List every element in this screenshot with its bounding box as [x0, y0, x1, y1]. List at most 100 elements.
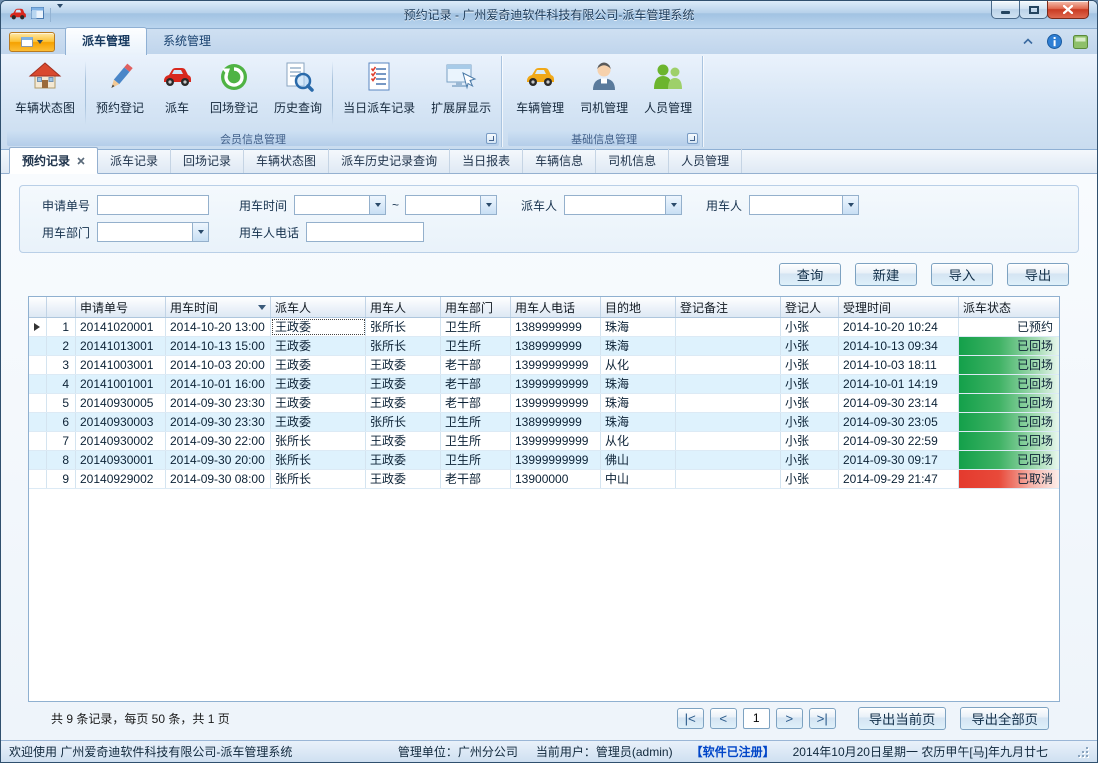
dispatcher-combo[interactable]	[564, 195, 682, 215]
table-row[interactable]: 7201409300022014-09-30 22:00张所长王政委卫生所139…	[29, 432, 1059, 451]
cell-department[interactable]: 老干部	[441, 375, 511, 393]
header-use-time[interactable]: 用车时间	[166, 297, 271, 317]
cell-order-no[interactable]: 20141003001	[76, 356, 166, 374]
cell-destination[interactable]: 佛山	[601, 451, 676, 469]
cell-accept-time[interactable]: 2014-09-30 23:05	[839, 413, 959, 431]
cell-dispatch-status[interactable]: 已回场	[959, 413, 1059, 431]
cell-dispatch-status[interactable]: 已取消	[959, 470, 1059, 488]
chevron-down-icon[interactable]	[192, 223, 208, 241]
cell-registrar[interactable]: 小张	[781, 318, 839, 336]
use-time-to-combo[interactable]	[405, 195, 497, 215]
ribbon-button-return-registration[interactable]: 回场登记	[202, 56, 266, 130]
skin-selector-icon[interactable]	[1071, 33, 1089, 50]
cell-accept-time[interactable]: 2014-10-13 09:34	[839, 337, 959, 355]
cell-dispatch-status[interactable]: 已回场	[959, 337, 1059, 355]
cell-destination[interactable]: 珠海	[601, 375, 676, 393]
tab-personnel-management[interactable]: 人员管理	[669, 148, 742, 173]
cell-user[interactable]: 王政委	[366, 375, 441, 393]
header-phone[interactable]: 用车人电话	[511, 297, 601, 317]
ribbon-button-personnel-management[interactable]: 人员管理	[636, 56, 700, 130]
cell-accept-time[interactable]: 2014-10-20 10:24	[839, 318, 959, 336]
cell-accept-time[interactable]: 2014-09-29 21:47	[839, 470, 959, 488]
resize-grip[interactable]	[1076, 745, 1089, 758]
cell-phone[interactable]: 13900000	[511, 470, 601, 488]
cell-use-time[interactable]: 2014-10-03 20:00	[166, 356, 271, 374]
ribbon-tab-system[interactable]: 系统管理	[147, 28, 227, 54]
cell-accept-time[interactable]: 2014-09-30 09:17	[839, 451, 959, 469]
cell-department[interactable]: 老干部	[441, 356, 511, 374]
cell-order-no[interactable]: 20141013001	[76, 337, 166, 355]
cell-order-no[interactable]: 20140929002	[76, 470, 166, 488]
cell-department[interactable]: 卫生所	[441, 451, 511, 469]
cell-dispatch-status[interactable]: 已回场	[959, 356, 1059, 374]
dialog-launcher-icon[interactable]	[687, 133, 698, 144]
cell-destination[interactable]: 珠海	[601, 413, 676, 431]
minimize-button[interactable]	[991, 1, 1020, 19]
order-no-input[interactable]	[97, 195, 209, 215]
cell-user[interactable]: 王政委	[366, 470, 441, 488]
cell-order-no[interactable]: 20140930002	[76, 432, 166, 450]
table-row[interactable]: 4201410010012014-10-01 16:00王政委王政委老干部139…	[29, 375, 1059, 394]
cell-remark[interactable]	[676, 413, 781, 431]
ribbon-button-history-query[interactable]: 历史查询	[266, 56, 330, 130]
export-all-pages-button[interactable]: 导出全部页	[960, 707, 1049, 730]
header-dispatch-status[interactable]: 派车状态	[959, 297, 1059, 317]
tab-dispatch-records[interactable]: 派车记录	[98, 148, 171, 173]
ribbon-button-vehicle-management[interactable]: 车辆管理	[508, 56, 572, 130]
phone-input[interactable]	[306, 222, 424, 242]
cell-remark[interactable]	[676, 337, 781, 355]
close-button[interactable]	[1047, 1, 1089, 19]
cell-registrar[interactable]: 小张	[781, 375, 839, 393]
layout-icon[interactable]	[31, 7, 44, 22]
title-bar[interactable]: 预约记录 - 广州爱奇迪软件科技有限公司-派车管理系统	[1, 1, 1097, 29]
prev-page-button[interactable]: <	[710, 708, 737, 729]
cell-phone[interactable]: 13999999999	[511, 356, 601, 374]
ribbon-button-dispatch[interactable]: 派车	[152, 56, 202, 130]
chevron-down-icon[interactable]	[480, 196, 496, 214]
header-department[interactable]: 用车部门	[441, 297, 511, 317]
cell-order-no[interactable]: 20140930001	[76, 451, 166, 469]
tab-return-records[interactable]: 回场记录	[171, 148, 244, 173]
chevron-down-icon[interactable]	[665, 196, 681, 214]
cell-destination[interactable]: 中山	[601, 470, 676, 488]
cell-remark[interactable]	[676, 470, 781, 488]
cell-dispatch-status[interactable]: 已回场	[959, 432, 1059, 450]
cell-use-time[interactable]: 2014-09-30 23:30	[166, 394, 271, 412]
cell-dispatcher[interactable]: 张所长	[271, 451, 366, 469]
user-combo[interactable]	[749, 195, 859, 215]
cell-registrar[interactable]: 小张	[781, 470, 839, 488]
table-row[interactable]: 5201409300052014-09-30 23:30王政委王政委老干部139…	[29, 394, 1059, 413]
cell-dispatch-status[interactable]: 已回场	[959, 394, 1059, 412]
ribbon-button-extended-screen[interactable]: 扩展屏显示	[423, 56, 499, 130]
cell-registrar[interactable]: 小张	[781, 337, 839, 355]
cell-use-time[interactable]: 2014-09-30 08:00	[166, 470, 271, 488]
ribbon-button-vehicle-status-map[interactable]: 车辆状态图	[7, 56, 83, 130]
cell-dispatcher[interactable]: 王政委	[271, 375, 366, 393]
tab-daily-report[interactable]: 当日报表	[450, 148, 523, 173]
cell-dispatcher[interactable]: 张所长	[271, 470, 366, 488]
cell-phone[interactable]: 13999999999	[511, 451, 601, 469]
cell-phone[interactable]: 1389999999	[511, 318, 601, 336]
use-time-from-combo[interactable]	[294, 195, 386, 215]
cell-accept-time[interactable]: 2014-10-03 18:11	[839, 356, 959, 374]
cell-phone[interactable]: 13999999999	[511, 432, 601, 450]
new-button[interactable]: 新建	[855, 263, 917, 286]
cell-dispatcher[interactable]: 王政委	[271, 413, 366, 431]
ribbon-button-driver-management[interactable]: 司机管理	[572, 56, 636, 130]
import-button[interactable]: 导入	[931, 263, 993, 286]
header-destination[interactable]: 目的地	[601, 297, 676, 317]
header-registrar[interactable]: 登记人	[781, 297, 839, 317]
filter-dropdown-icon[interactable]	[258, 305, 266, 310]
header-user[interactable]: 用车人	[366, 297, 441, 317]
header-order-no[interactable]: 申请单号	[76, 297, 166, 317]
chevron-down-icon[interactable]	[842, 196, 858, 214]
cell-destination[interactable]: 珠海	[601, 394, 676, 412]
application-menu-button[interactable]	[9, 32, 55, 52]
cell-phone[interactable]: 13999999999	[511, 375, 601, 393]
cell-user[interactable]: 王政委	[366, 394, 441, 412]
tab-dispatch-history-query[interactable]: 派车历史记录查询	[329, 148, 450, 173]
cell-remark[interactable]	[676, 375, 781, 393]
tab-reservation-records[interactable]: 预约记录	[9, 147, 98, 174]
tab-close-icon[interactable]	[77, 157, 85, 165]
header-accept-time[interactable]: 受理时间	[839, 297, 959, 317]
